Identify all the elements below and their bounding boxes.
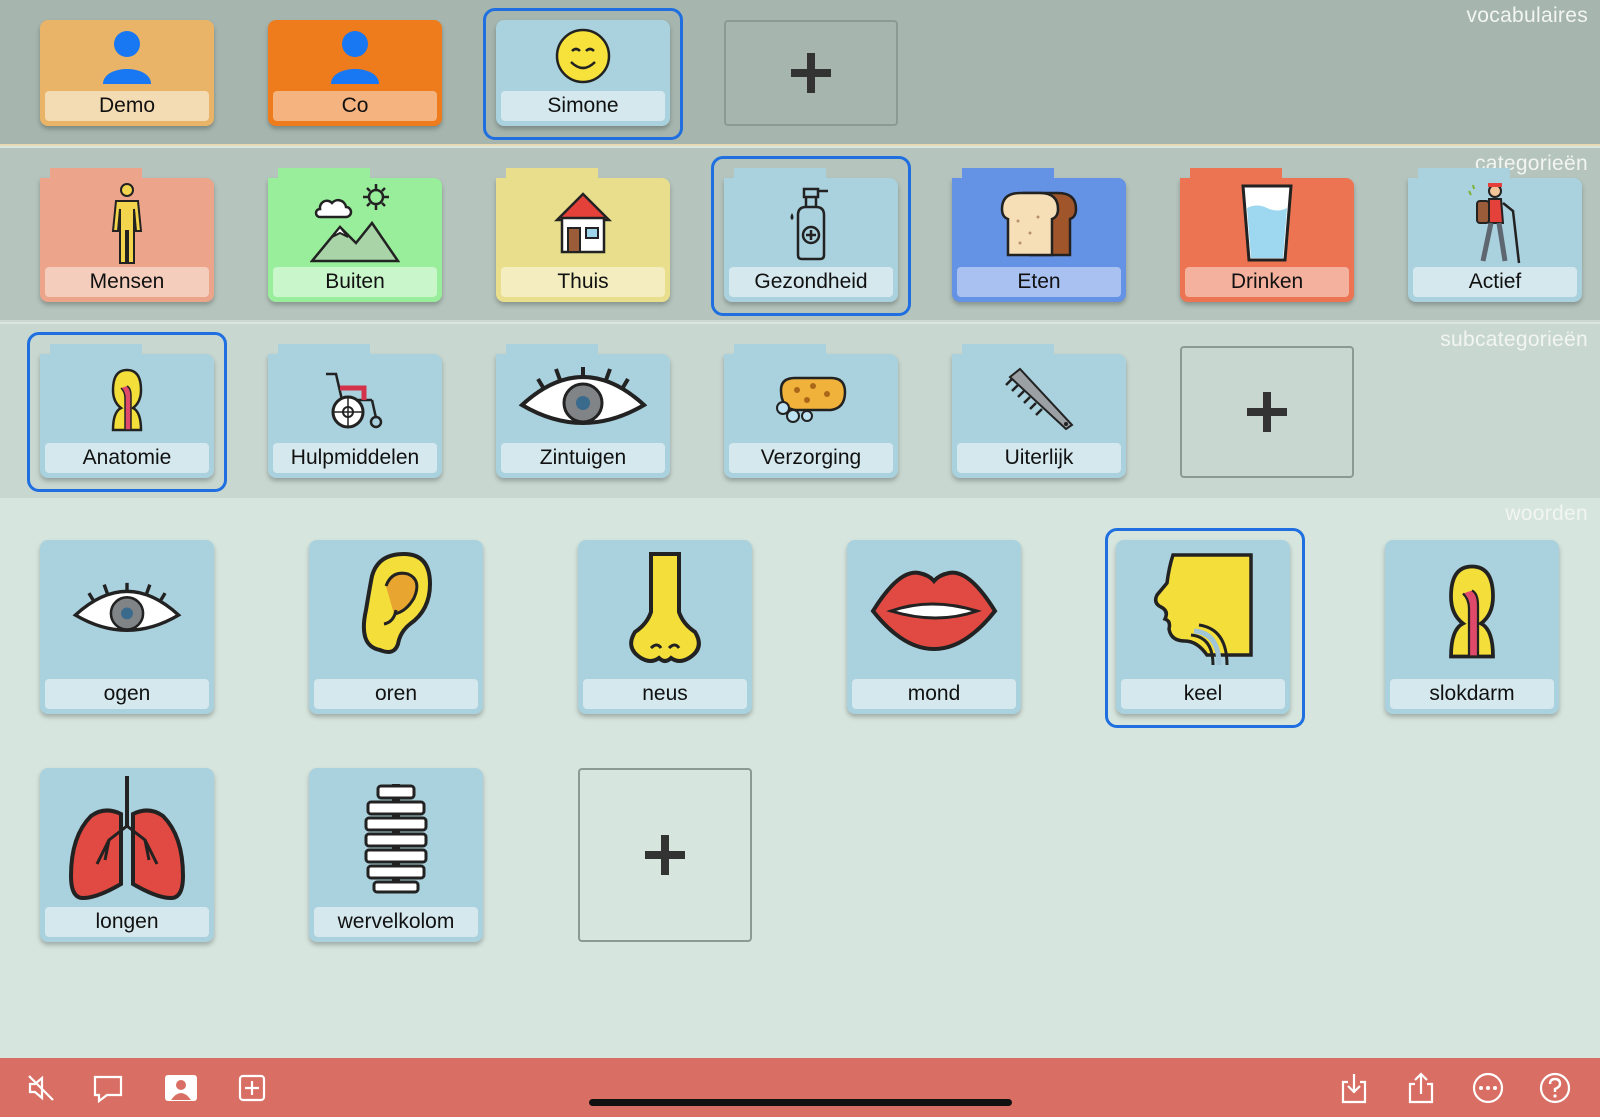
word-tile-ogen[interactable]: ogen [40, 540, 214, 714]
person-icon [268, 26, 442, 86]
tile-label: Hulpmiddelen [273, 443, 437, 473]
subcategory-tile-anatomie[interactable]: Anatomie [40, 344, 214, 478]
tile-label: Uiterlijk [957, 443, 1121, 473]
throat-icon [1116, 546, 1290, 674]
house-icon [496, 184, 670, 262]
glass-of-water-icon [1180, 184, 1354, 262]
anatomy-icon [40, 360, 214, 438]
word-tile-slokdarm[interactable]: slokdarm [1385, 540, 1559, 714]
plus-icon [1247, 392, 1287, 432]
word-tile-keel[interactable]: keel [1116, 540, 1290, 714]
tile-label: keel [1121, 679, 1285, 709]
import-icon[interactable] [1337, 1071, 1371, 1105]
mute-icon[interactable] [24, 1071, 58, 1105]
tile-label: Gezondheid [729, 267, 893, 297]
share-icon[interactable] [1404, 1071, 1438, 1105]
tile-label: neus [583, 679, 747, 709]
section-label-subcategories: subcategorieën [1440, 328, 1588, 351]
person-outline-icon [40, 183, 214, 264]
sanitizer-bottle-icon [724, 184, 898, 262]
tile-label: Eten [957, 267, 1121, 297]
tile-label: mond [852, 679, 1016, 709]
tile-label: Mensen [45, 267, 209, 297]
vocabulary-tile-co[interactable]: Co [268, 20, 442, 126]
help-icon[interactable] [1538, 1071, 1572, 1105]
profile-icon[interactable] [164, 1071, 198, 1105]
tile-label: Simone [501, 91, 665, 121]
category-tile-thuis[interactable]: Thuis [496, 168, 670, 302]
tile-label: oren [314, 679, 478, 709]
word-tile-neus[interactable]: neus [578, 540, 752, 714]
add-square-icon[interactable] [235, 1071, 269, 1105]
category-tile-actief[interactable]: Actief [1408, 168, 1582, 302]
category-tile-buiten[interactable]: Buiten [268, 168, 442, 302]
category-tile-mensen[interactable]: Mensen [40, 168, 214, 302]
comb-icon [952, 360, 1126, 438]
tile-label: Co [273, 91, 437, 121]
tile-label: Demo [45, 91, 209, 121]
wheelchair-icon [268, 360, 442, 438]
eye-icon [496, 360, 670, 438]
tile-label: wervelkolom [314, 907, 478, 937]
vocabulary-tile-simone[interactable]: Simone [496, 20, 670, 126]
word-tile-longen[interactable]: longen [40, 768, 214, 942]
subcategory-tile-verzorging[interactable]: Verzorging [724, 344, 898, 478]
category-tile-eten[interactable]: Eten [952, 168, 1126, 302]
subcategory-tile-uiterlijk[interactable]: Uiterlijk [952, 344, 1126, 478]
home-indicator[interactable] [589, 1099, 1012, 1106]
subcategory-tile-zintuigen[interactable]: Zintuigen [496, 344, 670, 478]
tile-label: Anatomie [45, 443, 209, 473]
word-tile-oren[interactable]: oren [309, 540, 483, 714]
section-label-vocabularies: vocabulaires [1466, 4, 1588, 27]
hiker-icon [1408, 183, 1582, 264]
more-icon[interactable] [1471, 1071, 1505, 1105]
tile-label: longen [45, 907, 209, 937]
spine-icon [309, 774, 483, 902]
word-tile-mond[interactable]: mond [847, 540, 1021, 714]
add-vocabulary-button[interactable] [724, 20, 898, 126]
category-tile-drinken[interactable]: Drinken [1180, 168, 1354, 302]
tile-label: Buiten [273, 267, 437, 297]
bottom-toolbar [0, 1058, 1600, 1117]
mountains-icon [268, 184, 442, 263]
words-section: woorden [0, 498, 1600, 1058]
add-subcategory-button[interactable] [1180, 346, 1354, 478]
tile-label: ogen [45, 679, 209, 709]
bread-icon [952, 184, 1126, 262]
tile-label: Zintuigen [501, 443, 665, 473]
person-icon [40, 26, 214, 86]
tile-label: Drinken [1185, 267, 1349, 297]
plus-icon [791, 53, 831, 93]
subcategory-tile-hulpmiddelen[interactable]: Hulpmiddelen [268, 344, 442, 478]
word-tile-wervelkolom[interactable]: wervelkolom [309, 768, 483, 942]
eye-icon [40, 546, 214, 674]
lungs-icon [40, 774, 214, 902]
mouth-icon [847, 546, 1021, 674]
tile-label: Thuis [501, 267, 665, 297]
tile-label: Actief [1413, 267, 1577, 297]
plus-icon [645, 835, 685, 875]
ear-icon [309, 546, 483, 674]
smiley-icon [496, 26, 670, 86]
nose-icon [578, 546, 752, 674]
category-tile-gezondheid[interactable]: Gezondheid [724, 168, 898, 302]
tile-label: Verzorging [729, 443, 893, 473]
sponge-icon [724, 360, 898, 438]
add-word-button[interactable] [578, 768, 752, 942]
speech-bubble-icon[interactable] [91, 1071, 125, 1105]
section-label-words: woorden [1505, 502, 1588, 525]
vocabulary-tile-demo[interactable]: Demo [40, 20, 214, 126]
esophagus-icon [1385, 546, 1559, 674]
tile-label: slokdarm [1390, 679, 1554, 709]
